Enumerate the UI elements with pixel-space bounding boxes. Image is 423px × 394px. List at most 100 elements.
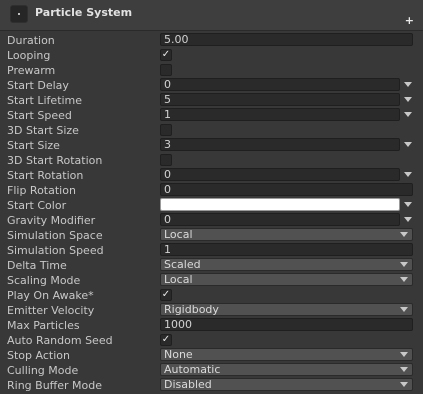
start-delay-label: Start Delay <box>7 79 69 92</box>
chevron-down-icon <box>400 232 408 237</box>
flip-rotation-label: Flip Rotation <box>7 184 76 197</box>
max-particles-field[interactable]: 1000 <box>160 318 413 331</box>
prewarm-label: Prewarm <box>7 64 56 77</box>
chevron-down-icon <box>400 307 408 312</box>
play-on-awake-label: Play On Awake* <box>7 289 94 302</box>
row-play-on-awake: Play On Awake* ✓ <box>0 288 423 303</box>
row-culling-mode: Culling Mode Automatic <box>0 363 423 378</box>
looping-checkbox[interactable]: ✓ <box>160 49 172 61</box>
stop-action-dropdown[interactable]: None <box>160 348 413 361</box>
culling-mode-dropdown[interactable]: Automatic <box>160 363 413 376</box>
module-header[interactable]: Particle System + <box>0 0 423 31</box>
culling-mode-label: Culling Mode <box>7 364 79 377</box>
chevron-down-icon[interactable] <box>404 142 412 147</box>
gravity-modifier-label: Gravity Modifier <box>7 214 96 227</box>
row-simulation-space: Simulation Space Local <box>0 228 423 243</box>
emitter-velocity-label: Emitter Velocity <box>7 304 95 317</box>
row-start-lifetime: Start Lifetime 5 <box>0 93 423 108</box>
start-color-swatch[interactable] <box>160 198 400 211</box>
chevron-down-icon[interactable] <box>404 172 412 177</box>
chevron-down-icon[interactable] <box>404 112 412 117</box>
checkmark-icon: ✓ <box>161 49 171 60</box>
add-icon[interactable]: + <box>405 15 414 26</box>
looping-label: Looping <box>7 49 51 62</box>
start-rotation-field[interactable]: 0 <box>160 168 400 181</box>
row-start-color: Start Color <box>0 198 423 213</box>
checkmark-icon: ✓ <box>161 334 171 345</box>
scaling-mode-label: Scaling Mode <box>7 274 81 287</box>
3d-start-size-label: 3D Start Size <box>7 124 79 137</box>
row-auto-random-seed: Auto Random Seed ✓ <box>0 333 423 348</box>
row-gravity-modifier: Gravity Modifier 0 <box>0 213 423 228</box>
chevron-down-icon[interactable] <box>404 202 412 207</box>
simulation-space-value: Local <box>164 228 193 241</box>
start-color-label: Start Color <box>7 199 67 212</box>
3d-start-rotation-checkbox[interactable] <box>160 154 172 166</box>
start-lifetime-label: Start Lifetime <box>7 94 83 107</box>
scaling-mode-value: Local <box>164 273 193 286</box>
row-stop-action: Stop Action None <box>0 348 423 363</box>
checkmark-icon: ✓ <box>161 289 171 300</box>
row-prewarm: Prewarm <box>0 63 423 78</box>
3d-start-rotation-label: 3D Start Rotation <box>7 154 103 167</box>
simulation-speed-field[interactable]: 1 <box>160 243 413 256</box>
delta-time-label: Delta Time <box>7 259 67 272</box>
start-delay-field[interactable]: 0 <box>160 78 400 91</box>
chevron-down-icon[interactable] <box>404 217 412 222</box>
ring-buffer-mode-value: Disabled <box>164 378 212 391</box>
play-on-awake-checkbox[interactable]: ✓ <box>160 289 172 301</box>
auto-random-seed-label: Auto Random Seed <box>7 334 113 347</box>
start-lifetime-field[interactable]: 5 <box>160 93 400 106</box>
simulation-space-dropdown[interactable]: Local <box>160 228 413 241</box>
chevron-down-icon <box>400 367 408 372</box>
start-size-label: Start Size <box>7 139 60 152</box>
row-max-particles: Max Particles 1000 <box>0 318 423 333</box>
particle-system-icon <box>10 5 28 23</box>
row-duration: Duration 5.00 <box>0 33 423 48</box>
emitter-velocity-dropdown[interactable]: Rigidbody <box>160 303 413 316</box>
simulation-speed-label: Simulation Speed <box>7 244 104 257</box>
max-particles-label: Max Particles <box>7 319 80 332</box>
row-start-rotation: Start Rotation 0 <box>0 168 423 183</box>
culling-mode-value: Automatic <box>164 363 221 376</box>
row-3d-start-size: 3D Start Size <box>0 123 423 138</box>
row-start-size: Start Size 3 <box>0 138 423 153</box>
chevron-down-icon <box>400 262 408 267</box>
scaling-mode-dropdown[interactable]: Local <box>160 273 413 286</box>
start-size-field[interactable]: 3 <box>160 138 400 151</box>
start-rotation-label: Start Rotation <box>7 169 84 182</box>
chevron-down-icon <box>400 382 408 387</box>
gravity-modifier-field[interactable]: 0 <box>160 213 400 226</box>
emitter-velocity-value: Rigidbody <box>164 303 219 316</box>
ring-buffer-mode-dropdown[interactable]: Disabled <box>160 378 413 391</box>
stop-action-value: None <box>164 348 193 361</box>
start-speed-label: Start Speed <box>7 109 72 122</box>
row-ring-buffer-mode: Ring Buffer Mode Disabled <box>0 378 423 393</box>
particle-system-inspector: Particle System + Duration 5.00 Looping … <box>0 0 423 394</box>
3d-start-size-checkbox[interactable] <box>160 124 172 136</box>
module-title: Particle System <box>35 6 133 19</box>
chevron-down-icon[interactable] <box>404 82 412 87</box>
duration-field[interactable]: 5.00 <box>160 33 413 46</box>
row-delta-time: Delta Time Scaled <box>0 258 423 273</box>
row-simulation-speed: Simulation Speed 1 <box>0 243 423 258</box>
row-emitter-velocity: Emitter Velocity Rigidbody <box>0 303 423 318</box>
duration-label: Duration <box>7 34 55 47</box>
row-start-speed: Start Speed 1 <box>0 108 423 123</box>
chevron-down-icon[interactable] <box>404 97 412 102</box>
row-scaling-mode: Scaling Mode Local <box>0 273 423 288</box>
row-3d-start-rotation: 3D Start Rotation <box>0 153 423 168</box>
row-flip-rotation: Flip Rotation 0 <box>0 183 423 198</box>
row-looping: Looping ✓ <box>0 48 423 63</box>
auto-random-seed-checkbox[interactable]: ✓ <box>160 334 172 346</box>
prewarm-checkbox[interactable] <box>160 64 172 76</box>
ring-buffer-mode-label: Ring Buffer Mode <box>7 379 103 392</box>
flip-rotation-field[interactable]: 0 <box>160 183 413 196</box>
simulation-space-label: Simulation Space <box>7 229 103 242</box>
delta-time-dropdown[interactable]: Scaled <box>160 258 413 271</box>
delta-time-value: Scaled <box>164 258 201 271</box>
stop-action-label: Stop Action <box>7 349 70 362</box>
row-start-delay: Start Delay 0 <box>0 78 423 93</box>
chevron-down-icon <box>400 352 408 357</box>
start-speed-field[interactable]: 1 <box>160 108 400 121</box>
